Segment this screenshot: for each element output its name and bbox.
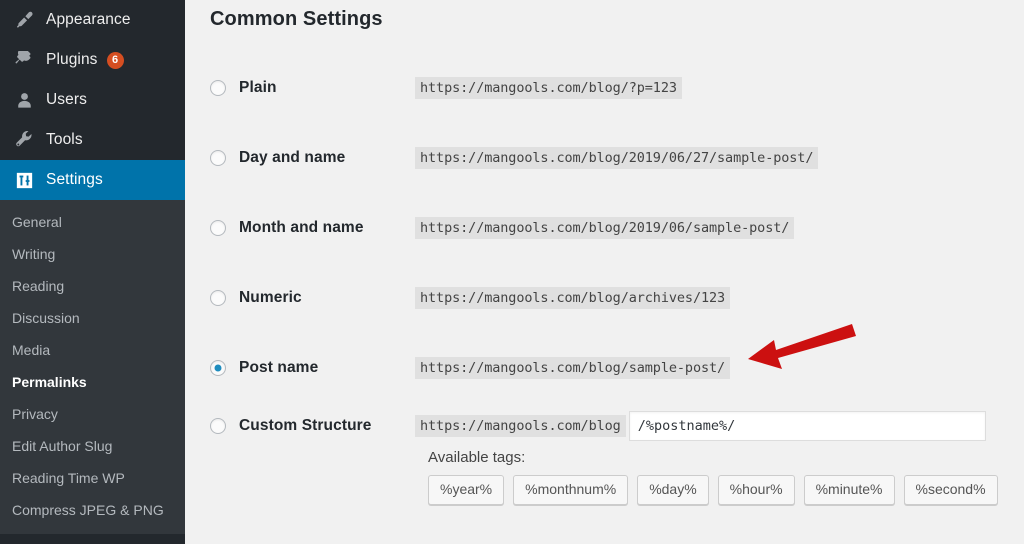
available-tags-buttons: %year% %monthnum% %day% %hour% %minute% … <box>428 475 1024 505</box>
permalink-options-table: Plain https://mangools.com/blog/?p=123 D… <box>210 53 1024 505</box>
plugins-update-badge: 6 <box>106 51 124 69</box>
permalink-option-label-wrap[interactable]: Numeric <box>210 289 415 307</box>
permalink-option-label: Custom Structure <box>239 417 372 434</box>
submenu-item-edit-author-slug[interactable]: Edit Author Slug <box>0 430 185 462</box>
permalink-option-day-and-name[interactable]: Day and name https://mangools.com/blog/2… <box>210 123 1024 193</box>
plug-icon <box>12 50 36 70</box>
paintbrush-icon <box>12 10 36 30</box>
submenu-item-discussion[interactable]: Discussion <box>0 302 185 334</box>
user-icon <box>12 90 36 110</box>
radio-numeric[interactable] <box>210 290 226 306</box>
radio-plain[interactable] <box>210 80 226 96</box>
permalink-example-post-name: https://mangools.com/blog/sample-post/ <box>415 357 731 379</box>
admin-menu-top: Appearance Plugins 6 Users Tools Setting… <box>0 0 185 200</box>
permalink-option-month-and-name[interactable]: Month and name https://mangools.com/blog… <box>210 193 1024 263</box>
tag-button-day[interactable]: %day% <box>637 475 709 505</box>
radio-custom-structure[interactable] <box>210 418 226 434</box>
sliders-icon <box>12 170 36 190</box>
permalink-option-label: Numeric <box>239 289 302 306</box>
permalink-option-label: Post name <box>239 359 319 376</box>
submenu-item-reading[interactable]: Reading <box>0 270 185 302</box>
permalink-option-label-wrap[interactable]: Custom Structure <box>210 417 415 435</box>
admin-sidebar: Appearance Plugins 6 Users Tools Setting… <box>0 0 185 544</box>
submenu-item-privacy[interactable]: Privacy <box>0 398 185 430</box>
custom-structure-prefix: https://mangools.com/blog <box>415 415 626 437</box>
submenu-item-writing[interactable]: Writing <box>0 238 185 270</box>
sidebar-item-label: Plugins <box>46 51 98 68</box>
permalink-option-numeric[interactable]: Numeric https://mangools.com/blog/archiv… <box>210 263 1024 333</box>
permalink-option-label-wrap[interactable]: Plain <box>210 79 415 97</box>
submenu-item-media[interactable]: Media <box>0 334 185 366</box>
permalink-example-numeric: https://mangools.com/blog/archives/123 <box>415 287 731 309</box>
sidebar-item-label: Users <box>46 91 87 108</box>
settings-submenu: General Writing Reading Discussion Media… <box>0 200 185 534</box>
tag-button-year[interactable]: %year% <box>428 475 505 505</box>
available-tags-label: Available tags: <box>428 449 526 466</box>
sidebar-item-label: Settings <box>46 171 103 188</box>
permalink-option-custom-structure[interactable]: Custom Structure https://mangools.com/bl… <box>210 403 1024 449</box>
permalink-option-label: Month and name <box>239 219 364 236</box>
permalink-option-label: Day and name <box>239 149 346 166</box>
tag-button-monthnum[interactable]: %monthnum% <box>513 475 629 505</box>
permalink-example-plain: https://mangools.com/blog/?p=123 <box>415 77 682 99</box>
permalinks-settings-panel: Common Settings Plain https://mangools.c… <box>185 0 1024 544</box>
sidebar-item-label: Tools <box>46 131 83 148</box>
permalink-option-label-wrap[interactable]: Month and name <box>210 219 415 237</box>
tag-button-hour[interactable]: %hour% <box>717 475 795 505</box>
sidebar-item-label: Appearance <box>46 11 131 28</box>
radio-day-and-name[interactable] <box>210 150 226 166</box>
wordpress-admin-permalinks-screen: Appearance Plugins 6 Users Tools Setting… <box>0 0 1024 544</box>
submenu-item-reading-time-wp[interactable]: Reading Time WP <box>0 462 185 494</box>
submenu-item-permalinks[interactable]: Permalinks <box>0 366 185 398</box>
submenu-item-compress-jpeg-png[interactable]: Compress JPEG & PNG <box>0 494 185 526</box>
permalink-option-label: Plain <box>239 79 277 96</box>
radio-post-name[interactable] <box>210 360 226 376</box>
sidebar-item-appearance[interactable]: Appearance <box>0 0 185 40</box>
sidebar-item-tools[interactable]: Tools <box>0 120 185 160</box>
tag-button-minute[interactable]: %minute% <box>803 475 895 505</box>
custom-structure-input[interactable] <box>628 411 986 441</box>
permalink-option-label-wrap[interactable]: Post name <box>210 359 415 377</box>
permalink-example-month-and-name: https://mangools.com/blog/2019/06/sample… <box>415 217 795 239</box>
sidebar-item-settings[interactable]: Settings <box>0 160 185 200</box>
permalink-option-label-wrap[interactable]: Day and name <box>210 149 415 167</box>
wrench-icon <box>12 130 36 150</box>
tag-button-second[interactable]: %second% <box>903 475 998 505</box>
sidebar-item-users[interactable]: Users <box>0 80 185 120</box>
permalink-option-plain[interactable]: Plain https://mangools.com/blog/?p=123 <box>210 53 1024 123</box>
permalink-example-day-and-name: https://mangools.com/blog/2019/06/27/sam… <box>415 147 819 169</box>
sidebar-item-plugins[interactable]: Plugins 6 <box>0 40 185 80</box>
submenu-item-general[interactable]: General <box>0 206 185 238</box>
permalink-option-post-name[interactable]: Post name https://mangools.com/blog/samp… <box>210 333 1024 403</box>
available-tags-section: Available tags: %year% %monthnum% %day% … <box>210 449 1024 505</box>
radio-month-and-name[interactable] <box>210 220 226 236</box>
page-title: Common Settings <box>210 8 383 30</box>
